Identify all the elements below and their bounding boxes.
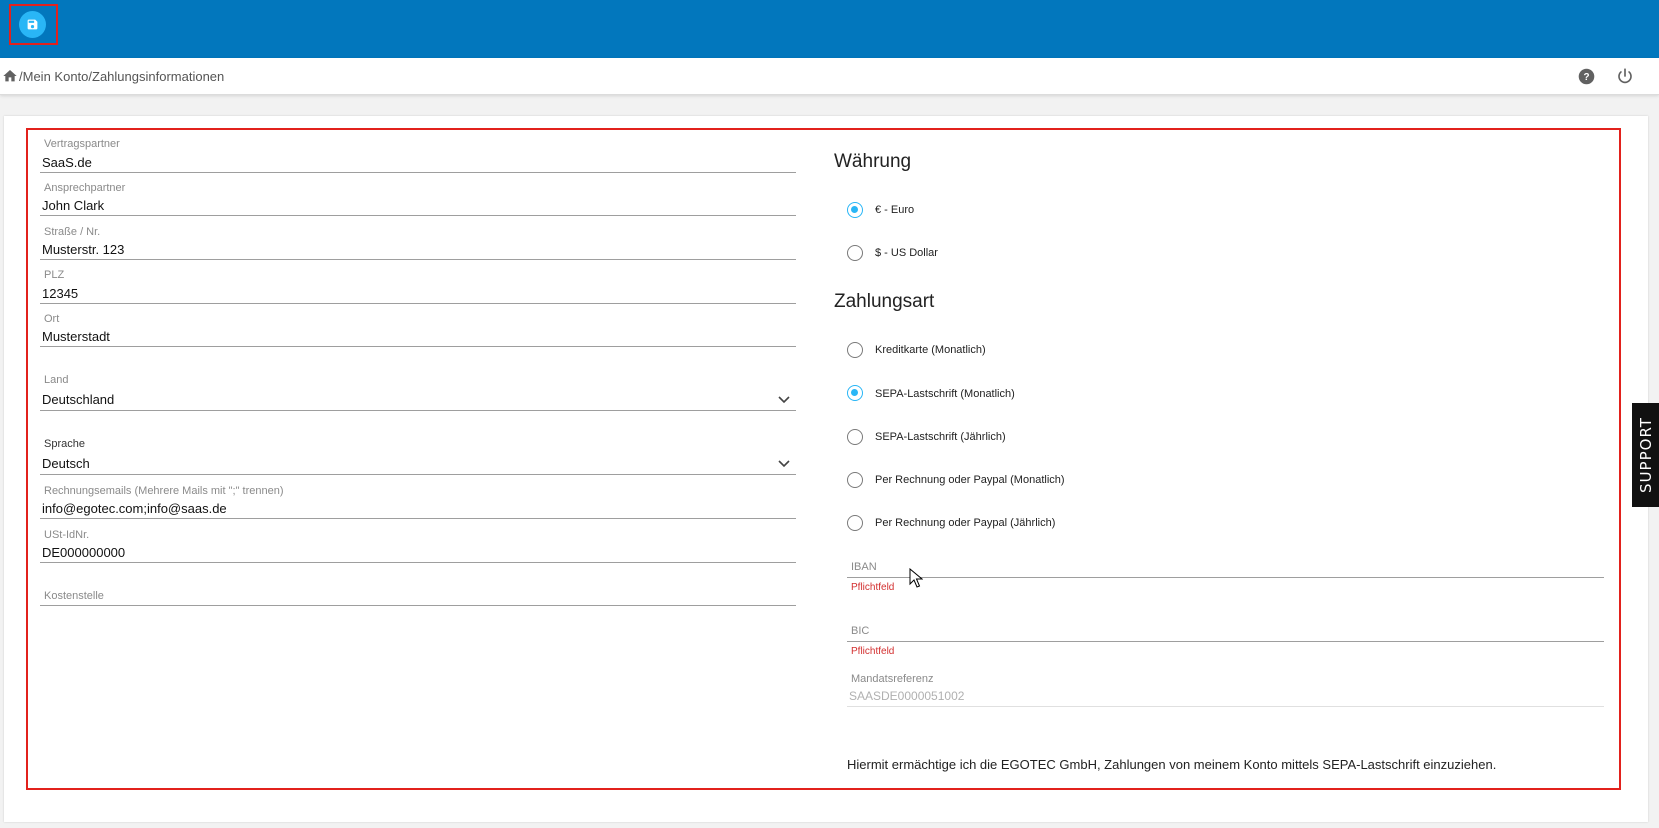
- field-value: Musterstr. 123: [42, 242, 125, 257]
- radio-label-rechnung-paypal-monatlich[interactable]: Per Rechnung oder Paypal (Monatlich): [875, 474, 1065, 486]
- breadcrumb-item-mein-konto[interactable]: Mein Konto: [23, 69, 89, 84]
- strasse-field[interactable]: Straße / Nr. Musterstr. 123: [40, 226, 796, 260]
- ansprechpartner-field[interactable]: Ansprechpartner John Clark: [40, 182, 796, 216]
- radio-euro[interactable]: [847, 202, 863, 218]
- help-circle-icon[interactable]: ?: [1578, 68, 1595, 85]
- breadcrumb: /Mein Konto/Zahlungsinformationen: [19, 69, 224, 84]
- radio-label-us-dollar[interactable]: $ - US Dollar: [875, 247, 938, 259]
- top-app-bar: [0, 0, 1659, 58]
- floppy-disk-icon: [27, 19, 38, 30]
- radio-us-dollar[interactable]: [847, 245, 863, 261]
- home-icon[interactable]: [2, 68, 18, 84]
- chevron-down-icon: [778, 460, 790, 468]
- iban-field[interactable]: IBAN: [847, 561, 1604, 578]
- field-label: Vertragspartner: [44, 138, 120, 150]
- radio-rechnung-paypal-monatlich[interactable]: [847, 472, 863, 488]
- chevron-down-icon: [778, 396, 790, 404]
- field-label: Rechnungsemails (Mehrere Mails mit ";" t…: [44, 485, 284, 497]
- field-value: Deutschland: [42, 392, 115, 407]
- radio-sepa-jaehrlich[interactable]: [847, 429, 863, 445]
- mouse-cursor-icon: [909, 568, 923, 588]
- field-label: Mandatsreferenz: [851, 673, 934, 685]
- field-value: SAASDE0000051002: [849, 689, 965, 703]
- kostenstelle-field[interactable]: Kostenstelle: [40, 590, 796, 606]
- field-label: Straße / Nr.: [44, 226, 101, 238]
- iban-error: Pflichtfeld: [851, 582, 895, 593]
- field-value: John Clark: [42, 198, 105, 213]
- vertragspartner-field[interactable]: Vertragspartner SaaS.de: [40, 138, 796, 173]
- field-label: Land: [44, 374, 69, 386]
- radio-label-sepa-monatlich[interactable]: SEPA-Lastschrift (Monatlich): [875, 388, 1015, 400]
- field-value: info@egotec.com;info@saas.de: [42, 501, 227, 516]
- rechnungsemails-field[interactable]: Rechnungsemails (Mehrere Mails mit ";" t…: [40, 485, 796, 519]
- radio-sepa-monatlich[interactable]: [847, 385, 863, 401]
- power-icon[interactable]: [1616, 67, 1634, 85]
- field-value: Deutsch: [42, 456, 90, 471]
- radio-kreditkarte-monatlich[interactable]: [847, 342, 863, 358]
- field-value: SaaS.de: [42, 155, 92, 170]
- field-value: 12345: [42, 286, 79, 301]
- field-label: Ansprechpartner: [44, 182, 126, 194]
- field-value: DE000000000: [42, 545, 126, 560]
- radio-rechnung-paypal-jaehrlich[interactable]: [847, 515, 863, 531]
- zahlungsart-heading: Zahlungsart: [834, 291, 935, 312]
- plz-field[interactable]: PLZ 12345: [40, 269, 796, 304]
- bic-error: Pflichtfeld: [851, 646, 895, 657]
- field-label: Kostenstelle: [44, 590, 104, 602]
- radio-label-sepa-jaehrlich[interactable]: SEPA-Lastschrift (Jährlich): [875, 431, 1006, 443]
- breadcrumb-item-zahlungsinformationen: Zahlungsinformationen: [92, 69, 225, 84]
- field-label: BIC: [851, 625, 870, 637]
- field-label: Sprache: [44, 438, 85, 450]
- support-tab-label: SUPPORT: [1636, 417, 1655, 493]
- breadcrumb-bar: /Mein Konto/Zahlungsinformationen ?: [0, 58, 1659, 95]
- sprache-select[interactable]: Sprache Deutsch: [40, 438, 796, 475]
- field-label: IBAN: [851, 561, 877, 573]
- radio-label-euro[interactable]: € - Euro: [875, 204, 914, 216]
- save-button[interactable]: [19, 11, 46, 38]
- ort-field[interactable]: Ort Musterstadt: [40, 313, 796, 347]
- ustid-field[interactable]: USt-IdNr. DE000000000: [40, 529, 796, 563]
- mandatsreferenz-field: Mandatsreferenz SAASDE0000051002: [847, 673, 1604, 707]
- radio-label-rechnung-paypal-jaehrlich[interactable]: Per Rechnung oder Paypal (Jährlich): [875, 517, 1055, 529]
- support-tab[interactable]: SUPPORT: [1632, 403, 1659, 507]
- land-select[interactable]: Land Deutschland: [40, 374, 796, 411]
- radio-label-kreditkarte-monatlich[interactable]: Kreditkarte (Monatlich): [875, 344, 986, 356]
- waehrung-heading: Währung: [834, 151, 912, 172]
- field-label: PLZ: [44, 269, 65, 281]
- field-label: Ort: [44, 313, 60, 325]
- field-value: Musterstadt: [42, 329, 110, 344]
- sepa-authorization-text: Hiermit ermächtige ich die EGOTEC GmbH, …: [847, 757, 1497, 772]
- field-label: USt-IdNr.: [44, 529, 90, 541]
- bic-field[interactable]: BIC: [847, 625, 1604, 642]
- svg-text:?: ?: [1583, 72, 1589, 83]
